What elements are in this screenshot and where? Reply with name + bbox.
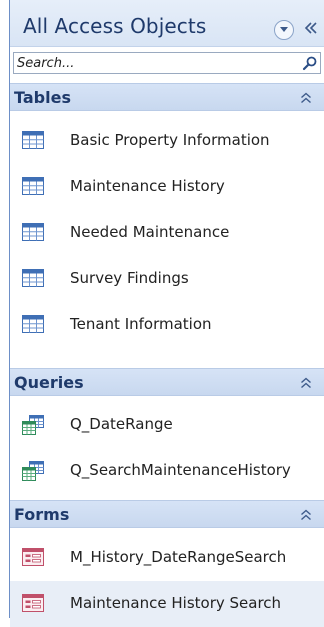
nav-item-form[interactable]: M_History_DateRangeSearch — [10, 535, 324, 581]
item-label: Maintenance History — [70, 177, 225, 195]
search-input[interactable] — [14, 53, 300, 73]
item-label: Needed Maintenance — [70, 223, 230, 241]
search-icon — [302, 56, 317, 71]
navigation-pane: All Access Objects Tables Basic Property … — [10, 0, 324, 627]
double-chevron-left-icon — [304, 22, 317, 34]
nav-item-querie[interactable]: Q_DateRange — [10, 402, 324, 448]
group-header-tables[interactable]: Tables — [10, 83, 324, 111]
nav-item-table[interactable]: Basic Property Information — [10, 118, 324, 164]
nav-item-form[interactable]: Maintenance History Search — [10, 581, 324, 627]
query-icon — [22, 461, 44, 481]
item-label: Survey Findings — [70, 269, 189, 287]
item-label: Q_SearchMaintenanceHistory — [70, 461, 291, 479]
group-title: Tables — [14, 88, 71, 107]
chevron-down-icon — [280, 27, 288, 32]
pane-header: All Access Objects — [10, 0, 324, 47]
nav-item-table[interactable]: Tenant Information — [10, 302, 324, 348]
search-bar — [13, 52, 321, 74]
item-label: Basic Property Information — [70, 131, 270, 149]
pane-title[interactable]: All Access Objects — [23, 14, 206, 38]
group-title: Forms — [14, 505, 70, 524]
nav-item-table[interactable]: Maintenance History — [10, 164, 324, 210]
group-header-forms[interactable]: Forms — [10, 500, 324, 528]
group-header-queries[interactable]: Queries — [10, 368, 324, 396]
table-icon — [22, 315, 44, 335]
double-chevron-up-icon[interactable] — [300, 508, 312, 522]
item-label: Tenant Information — [70, 315, 212, 333]
form-icon — [22, 594, 44, 614]
table-icon — [22, 177, 44, 197]
nav-item-table[interactable]: Survey Findings — [10, 256, 324, 302]
pane-menu-button[interactable] — [274, 20, 294, 40]
item-label: Q_DateRange — [70, 415, 173, 433]
table-icon — [22, 269, 44, 289]
table-icon — [22, 131, 44, 151]
nav-item-querie[interactable]: Q_SearchMaintenanceHistory — [10, 448, 324, 494]
table-icon — [22, 223, 44, 243]
double-chevron-up-icon[interactable] — [300, 91, 312, 105]
query-icon — [22, 415, 44, 435]
item-label: M_History_DateRangeSearch — [70, 548, 287, 566]
shutter-bar-collapse-button[interactable] — [303, 18, 319, 38]
group-title: Queries — [14, 373, 84, 392]
search-button[interactable] — [302, 55, 318, 71]
nav-item-table[interactable]: Needed Maintenance — [10, 210, 324, 256]
double-chevron-up-icon[interactable] — [300, 376, 312, 390]
item-label: Maintenance History Search — [70, 594, 282, 612]
form-icon — [22, 548, 44, 568]
